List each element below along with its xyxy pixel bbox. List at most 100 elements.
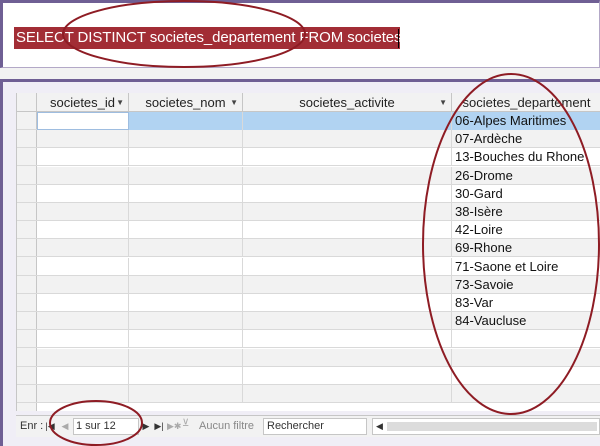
table-cell[interactable]: 73-Savoie [452,276,600,294]
table-cell[interactable]: 84-Vaucluse [452,312,600,330]
table-cell[interactable] [37,275,129,294]
table-cell[interactable] [243,112,452,130]
table-cell[interactable] [243,294,452,312]
table-row[interactable] [37,330,600,349]
first-record-icon[interactable]: |◀ [44,418,56,434]
table-cell[interactable] [129,348,243,367]
table-cell[interactable]: 26-Drome [452,167,600,185]
record-selector[interactable] [17,112,37,130]
new-record-icon[interactable]: ▶✱ [167,418,181,434]
table-cell[interactable] [37,166,129,185]
table-cell[interactable] [452,349,600,367]
table-cell[interactable] [37,112,129,130]
table-cell[interactable] [37,385,129,403]
sql-query-text[interactable]: SELECT DISTINCT societes_departement FRO… [16,29,406,46]
table-row[interactable]: 13-Bouches du Rhone [37,148,600,167]
table-cell[interactable]: 38-Isère [452,203,600,221]
table-cell[interactable] [129,275,243,294]
table-cell[interactable] [129,312,243,331]
table-cell[interactable] [243,257,452,276]
table-cell[interactable] [37,348,129,367]
record-selector[interactable] [17,276,37,294]
table-row[interactable]: 06-Alpes Maritimes [37,112,600,130]
table-cell[interactable] [129,184,243,203]
table-cell[interactable] [243,275,452,294]
horizontal-scrollbar[interactable]: ◀ [372,418,600,435]
table-cell[interactable] [129,294,243,312]
table-cell[interactable] [129,330,243,349]
column-dropdown-icon[interactable]: ▼ [439,93,447,112]
table-cell[interactable] [243,130,452,149]
table-cell[interactable]: 07-Ardèche [452,130,600,148]
table-cell[interactable] [129,366,243,385]
table-cell[interactable] [37,294,129,312]
record-selector[interactable] [17,312,37,331]
scrollbar-thumb[interactable] [387,422,597,431]
table-cell[interactable] [129,166,243,185]
table-cell[interactable]: 42-Loire [452,221,600,239]
record-selector[interactable] [17,294,37,312]
last-record-icon[interactable]: ▶| [153,418,165,434]
record-selector[interactable] [17,349,37,367]
table-cell[interactable] [243,239,452,258]
table-row[interactable]: 71-Saone et Loire [37,257,600,276]
table-cell[interactable] [37,330,129,349]
table-cell[interactable] [243,366,452,385]
table-cell[interactable] [243,203,452,221]
table-cell[interactable] [243,221,452,240]
column-header-societes-activite[interactable]: societes_activite ▼ [243,93,452,112]
table-cell[interactable] [243,166,452,185]
table-cell[interactable] [129,385,243,403]
record-selector[interactable] [17,385,37,403]
table-cell[interactable] [243,184,452,203]
table-cell[interactable]: 83-Var [452,294,600,312]
table-row[interactable]: 84-Vaucluse [37,312,600,331]
table-row[interactable] [37,348,600,367]
table-row[interactable]: 26-Drome [37,166,600,185]
table-cell[interactable] [129,148,243,167]
table-cell[interactable] [37,184,129,203]
table-cell[interactable] [37,203,129,221]
table-cell[interactable]: 13-Bouches du Rhone [452,148,600,166]
table-row[interactable] [37,366,600,385]
table-cell[interactable]: 06-Alpes Maritimes [452,112,600,130]
table-row[interactable]: 83-Var [37,294,600,312]
record-selector[interactable] [17,185,37,203]
select-all-corner[interactable] [17,93,37,112]
record-selector[interactable] [17,148,37,167]
table-cell[interactable] [37,239,129,258]
column-dropdown-icon[interactable]: ▼ [116,93,124,112]
column-header-societes-nom[interactable]: societes_nom ▼ [129,93,243,112]
table-cell[interactable] [37,366,129,385]
scroll-left-icon[interactable]: ◀ [376,419,383,434]
previous-record-icon[interactable]: ◀ [59,418,71,434]
record-selector[interactable] [17,203,37,221]
table-cell[interactable] [129,221,243,240]
table-cell[interactable] [129,203,243,221]
table-cell[interactable] [37,148,129,167]
table-cell[interactable] [37,257,129,276]
column-header-societes-departement[interactable]: societes_departement [452,93,600,112]
next-record-icon[interactable]: ▶ [140,418,152,434]
record-selector[interactable] [17,239,37,258]
table-row[interactable]: 69-Rhone [37,239,600,258]
record-selector-column[interactable] [17,112,37,411]
table-row[interactable]: 73-Savoie [37,275,600,294]
table-cell[interactable] [243,330,452,349]
column-header-societes-id[interactable]: societes_id ▼ [37,93,129,112]
table-cell[interactable] [243,148,452,167]
table-cell[interactable]: 71-Saone et Loire [452,258,600,276]
table-cell[interactable] [129,257,243,276]
record-selector[interactable] [17,221,37,240]
column-dropdown-icon[interactable]: ▼ [230,93,238,112]
record-selector[interactable] [17,258,37,276]
table-cell[interactable] [129,130,243,149]
table-row[interactable] [37,385,600,403]
table-cell[interactable] [129,112,243,130]
table-row[interactable]: 30-Gard [37,184,600,203]
table-cell[interactable] [243,385,452,403]
table-cell[interactable] [452,367,600,385]
table-cell[interactable] [452,385,600,403]
table-cell[interactable] [129,239,243,258]
table-cell[interactable] [37,130,129,149]
